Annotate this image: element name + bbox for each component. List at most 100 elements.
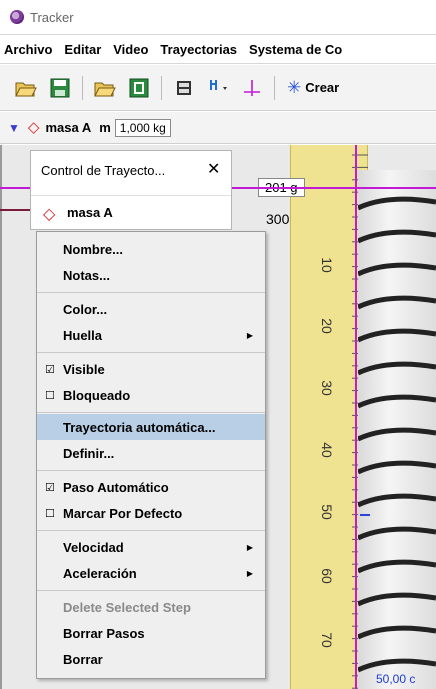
menu-separator: [37, 292, 265, 293]
menu-item-huella[interactable]: Huella ▶: [37, 322, 265, 348]
distance-label: 50,00 c: [376, 672, 416, 686]
menu-editar[interactable]: Editar: [64, 42, 101, 57]
track-name: masa A: [67, 205, 113, 220]
menu-item-label: Paso Automático: [63, 479, 169, 495]
checkbox-unchecked-icon[interactable]: ☐: [45, 389, 55, 402]
menu-item-label: Marcar Por Defecto: [63, 505, 183, 521]
menu-item-label: Color...: [63, 301, 108, 317]
spring-coils: [358, 196, 436, 673]
spring-coil: [358, 262, 436, 277]
menu-item-label: Borrar Pasos: [63, 625, 145, 641]
menu-item-borrar-pasos[interactable]: Borrar Pasos: [37, 620, 265, 646]
menu-item-notas[interactable]: Notas...: [37, 262, 265, 288]
ruler-number: 20: [318, 318, 335, 334]
checkbox-unchecked-icon[interactable]: ☐: [45, 507, 55, 520]
spring-coil: [358, 592, 436, 607]
axes-icon[interactable]: [240, 76, 264, 100]
open-folder-icon[interactable]: [14, 76, 38, 100]
menu-item-paso-automatico[interactable]: ☑ Paso Automático: [37, 474, 265, 500]
menu-item-label: Trayectoria automática...: [63, 419, 216, 435]
toolbar: ✳ Crear: [0, 65, 436, 111]
menu-separator: [37, 530, 265, 531]
save-icon[interactable]: [48, 76, 72, 100]
menu-item-label: Velocidad: [63, 539, 124, 555]
close-icon[interactable]: ✕: [207, 159, 220, 179]
spring-coil: [358, 196, 436, 211]
menu-item-visible[interactable]: ☑ Visible: [37, 356, 265, 382]
spring-coil: [358, 229, 436, 244]
create-star-icon: ✳: [287, 77, 302, 97]
title-bar: Tracker: [0, 0, 436, 34]
checkbox-checked-icon[interactable]: ☑: [45, 363, 55, 376]
toolbar-separator: [161, 75, 162, 100]
window-title: Tracker: [30, 9, 74, 25]
spring-coil: [358, 427, 436, 442]
menu-item-label: Nombre...: [63, 241, 123, 257]
menu-item-label: Huella: [63, 327, 103, 343]
menu-item-marcar-por-defecto[interactable]: ☐ Marcar Por Defecto: [37, 500, 265, 526]
menu-bar: Archivo Editar Video Trayectorias System…: [0, 34, 436, 64]
clip-settings-icon[interactable]: [172, 76, 196, 100]
save-video-icon[interactable]: [127, 76, 151, 100]
checkbox-checked-icon[interactable]: ☑: [45, 481, 55, 494]
spring-coil: [358, 559, 436, 574]
control-panel-title: Control de Trayecto...: [41, 163, 166, 178]
track-control-panel: Control de Trayecto... ✕ ◇ masa A: [30, 150, 232, 230]
track-bar: ▼ ◇ masa A m 1,000 kg: [0, 112, 436, 144]
connector-line: [0, 209, 30, 211]
menu-item-bloqueado[interactable]: ☐ Bloqueado: [37, 382, 265, 408]
partial-label: 300: [266, 211, 290, 227]
menu-item-borrar[interactable]: Borrar: [37, 646, 265, 672]
track-diamond-icon: ◇: [43, 206, 56, 223]
spring-coil: [358, 328, 436, 343]
spring-coil: [358, 493, 436, 508]
menu-item-definir[interactable]: Definir...: [37, 440, 265, 466]
track-context-menu: Nombre... Notas... Color... Huella ▶ ☑ Vis…: [36, 231, 266, 679]
track-diamond-icon: ◇: [27, 119, 40, 136]
menu-item-color[interactable]: Color...: [37, 296, 265, 322]
menu-separator: [37, 352, 265, 353]
calibration-icon[interactable]: [206, 76, 230, 100]
track-button-masa-a[interactable]: ◇ masa A: [31, 195, 231, 229]
menu-item-nombre[interactable]: Nombre...: [37, 236, 265, 262]
mass-label: m: [99, 120, 111, 135]
menu-archivo[interactable]: Archivo: [4, 42, 52, 57]
mass-field[interactable]: 1,000 kg: [114, 118, 171, 137]
menu-item-label: Delete Selected Step: [63, 599, 191, 615]
calibration-marker[interactable]: [360, 514, 370, 516]
toolbar-separator: [82, 75, 83, 100]
menu-item-label: Visible: [63, 361, 105, 377]
menu-video[interactable]: Video: [113, 42, 148, 57]
submenu-arrow-icon: ▶: [246, 330, 253, 340]
menu-item-delete-selected-step: Delete Selected Step: [37, 594, 265, 620]
tracker-logo-icon: [10, 10, 24, 24]
spring-coil: [358, 295, 436, 310]
menu-item-label: Notas...: [63, 267, 110, 283]
menu-systema[interactable]: Systema de Co: [249, 42, 342, 57]
menu-item-velocidad[interactable]: Velocidad ▶: [37, 534, 265, 560]
toolbar-separator: [274, 75, 275, 100]
ruler-number: 10: [318, 257, 335, 273]
ruler-number: 40: [318, 442, 335, 458]
menu-item-trayectoria-automatica[interactable]: Trayectoria automática...: [37, 414, 265, 440]
submenu-arrow-icon: ▶: [246, 568, 253, 578]
spring-coil: [358, 658, 436, 673]
spring-coil: [358, 460, 436, 475]
open-video-icon[interactable]: [93, 76, 117, 100]
ruler-number: 50: [318, 504, 335, 520]
ruler-number: 70: [318, 632, 335, 648]
spring-coil: [358, 361, 436, 376]
track-dropdown-icon[interactable]: ▼: [8, 121, 20, 135]
submenu-arrow-icon: ▶: [246, 542, 253, 552]
menu-item-aceleracion[interactable]: Aceleración ▶: [37, 560, 265, 586]
create-track-button[interactable]: ✳ Crear: [287, 78, 339, 98]
ruler-number: 30: [318, 380, 335, 396]
menu-separator: [37, 470, 265, 471]
menu-trayectorias[interactable]: Trayectorias: [160, 42, 237, 57]
y-axis-line[interactable]: [355, 145, 357, 689]
menu-item-label: Definir...: [63, 445, 115, 461]
track-name[interactable]: masa A: [45, 120, 91, 135]
menu-item-label: Aceleración: [63, 565, 137, 581]
menu-separator: [37, 412, 265, 413]
menu-item-label: Bloqueado: [63, 387, 131, 403]
